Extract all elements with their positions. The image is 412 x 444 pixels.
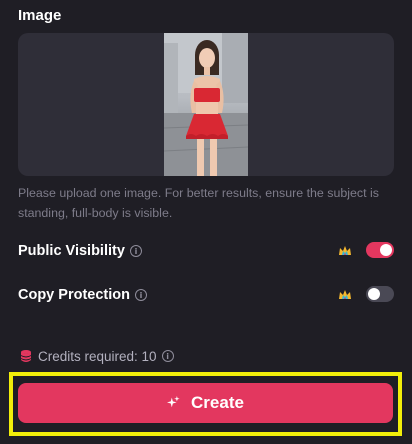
create-button-label: Create [191,393,244,412]
copy-protection-toggle[interactable] [366,286,394,302]
crown-icon [339,246,351,255]
public-visibility-toggle[interactable] [366,242,394,258]
sparkle-icon [167,396,180,408]
image-upload-area[interactable] [18,33,394,176]
info-icon[interactable]: i [161,350,174,362]
database-icon [20,350,32,362]
image-section-title: Image [18,7,62,24]
info-icon[interactable]: i [135,289,147,301]
uploaded-image-preview[interactable] [164,33,248,176]
public-visibility-row: Public Visibility i [18,240,394,264]
credits-required: Credits required: 10 i [20,346,174,366]
upload-hint: Please upload one image. For better resu… [18,186,379,220]
copy-protection-row: Copy Protection i [18,284,394,308]
info-icon[interactable]: i [130,245,142,257]
create-panel: Image Please upload one image. For bette… [0,0,412,444]
public-visibility-label: Public Visibility [18,243,125,259]
crown-icon [339,290,351,299]
credits-text: Credits required: 10 [38,348,157,364]
create-button[interactable]: Create [18,383,393,423]
copy-protection-label: Copy Protection [18,287,130,303]
